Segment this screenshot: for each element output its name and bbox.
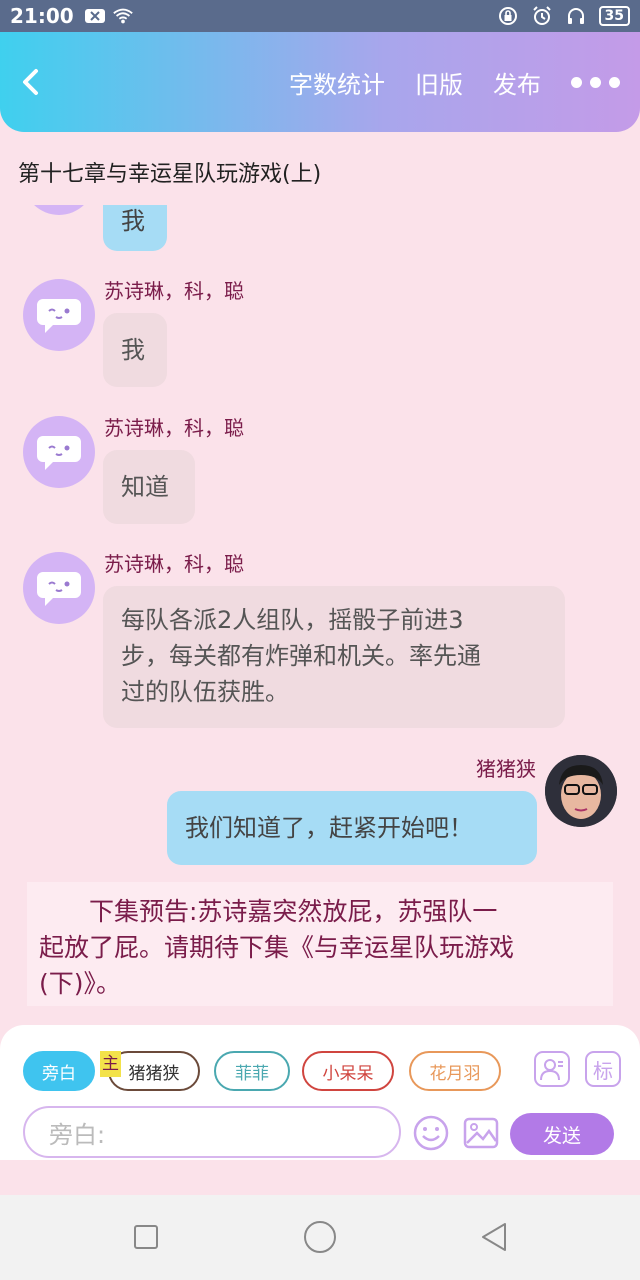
- avatar: [545, 755, 617, 827]
- top-header: 字数统计 旧版 发布: [0, 32, 640, 132]
- tag-button[interactable]: 标: [585, 1051, 621, 1087]
- avatar: [23, 205, 95, 215]
- sender-name: 猪猪狭: [476, 757, 536, 781]
- preview-line: 起放了屁。请期待下集《与幸运星队玩游戏: [39, 933, 515, 962]
- message-line: 每队各派2人组队，摇骰子前进3: [121, 606, 464, 634]
- user-photo-avatar: [545, 755, 617, 827]
- message-bubble: 知道: [103, 450, 195, 524]
- main-role-badge: 主: [100, 1051, 121, 1077]
- chat-bubble-avatar-icon: [37, 572, 81, 606]
- publish-button[interactable]: 发布: [493, 65, 541, 100]
- role-chip-narrator[interactable]: 旁白: [23, 1051, 95, 1091]
- avatar: [23, 552, 95, 624]
- role-icon[interactable]: [534, 1051, 570, 1087]
- next-episode-preview: 下集预告:苏诗嘉突然放屁，苏强队一 起放了屁。请期待下集《与幸运星队玩游戏 (下…: [27, 882, 613, 1006]
- message-bubble: 我: [103, 313, 167, 387]
- nav-square-icon[interactable]: [124, 1215, 168, 1259]
- nav-back-icon[interactable]: [472, 1215, 516, 1259]
- status-time: 21:00: [10, 4, 74, 28]
- sender-name: 苏诗琳，科，聪: [104, 279, 244, 303]
- role-chip-feifei[interactable]: 菲菲: [214, 1051, 290, 1091]
- message-input[interactable]: 旁白:: [23, 1106, 401, 1158]
- avatar: [23, 416, 95, 488]
- notification-x-icon: [84, 7, 106, 25]
- role-chip-zhuzhuxia[interactable]: 猪猪狭: [108, 1051, 200, 1091]
- chat-message: 苏诗琳，科，聪 我: [0, 275, 640, 387]
- message-bubble: 每队各派2人组队，摇骰子前进3 步，每关都有炸弹和机关。率先通 过的队伍获胜。: [103, 586, 565, 728]
- alarm-icon: [531, 6, 553, 25]
- system-nav-bar: [0, 1195, 640, 1280]
- emoji-icon[interactable]: [413, 1115, 449, 1151]
- message-line: 步，每关都有炸弹和机关。率先通: [121, 642, 481, 670]
- avatar: [23, 279, 95, 351]
- battery-indicator: 35: [598, 6, 630, 26]
- chat-message: 我: [0, 205, 640, 255]
- compose-panel: 旁白 猪猪狭 主 菲菲 小呆呆 花月羽 标 旁白: 发送: [0, 1025, 640, 1160]
- role-chip-xiaodaidai[interactable]: 小呆呆: [302, 1051, 394, 1091]
- sender-name: 苏诗琳，科，聪: [104, 416, 244, 440]
- send-button[interactable]: 发送: [510, 1113, 614, 1155]
- chat-message: 苏诗琳，科，聪 知道: [0, 412, 640, 524]
- preview-line: (下)》。: [39, 969, 122, 998]
- preview-line: 下集预告:苏诗嘉突然放屁，苏强队一: [89, 897, 498, 926]
- more-icon[interactable]: [571, 76, 620, 88]
- message-bubble: 我: [103, 205, 167, 251]
- chat-bubble-avatar-icon: [37, 436, 81, 470]
- word-count-button[interactable]: 字数统计: [289, 65, 385, 100]
- old-version-button[interactable]: 旧版: [415, 65, 463, 100]
- lock-icon: [497, 7, 519, 25]
- nav-circle-icon[interactable]: [298, 1215, 342, 1259]
- headphone-icon: [565, 7, 587, 25]
- message-bubble: 我们知道了，赶紧开始吧！: [167, 791, 537, 865]
- chat-message: 猪猪狭 我们知道了，赶紧开始吧！: [0, 753, 640, 873]
- message-line: 过的队伍获胜。: [121, 678, 289, 706]
- image-icon[interactable]: [463, 1115, 499, 1151]
- chat-bubble-avatar-icon: [37, 299, 81, 333]
- wifi-icon: [112, 7, 134, 25]
- chat-message: 苏诗琳，科，聪 每队各派2人组队，摇骰子前进3 步，每关都有炸弹和机关。率先通 …: [0, 548, 640, 738]
- panel-footer-space: [0, 1160, 640, 1195]
- status-bar: 21:00 35: [0, 0, 640, 32]
- role-chip-huayueyu[interactable]: 花月羽: [409, 1051, 501, 1091]
- chapter-title: 第十七章与幸运星队玩游戏(上): [18, 162, 322, 187]
- back-arrow-icon[interactable]: [20, 62, 50, 102]
- sender-name: 苏诗琳，科，聪: [104, 552, 244, 576]
